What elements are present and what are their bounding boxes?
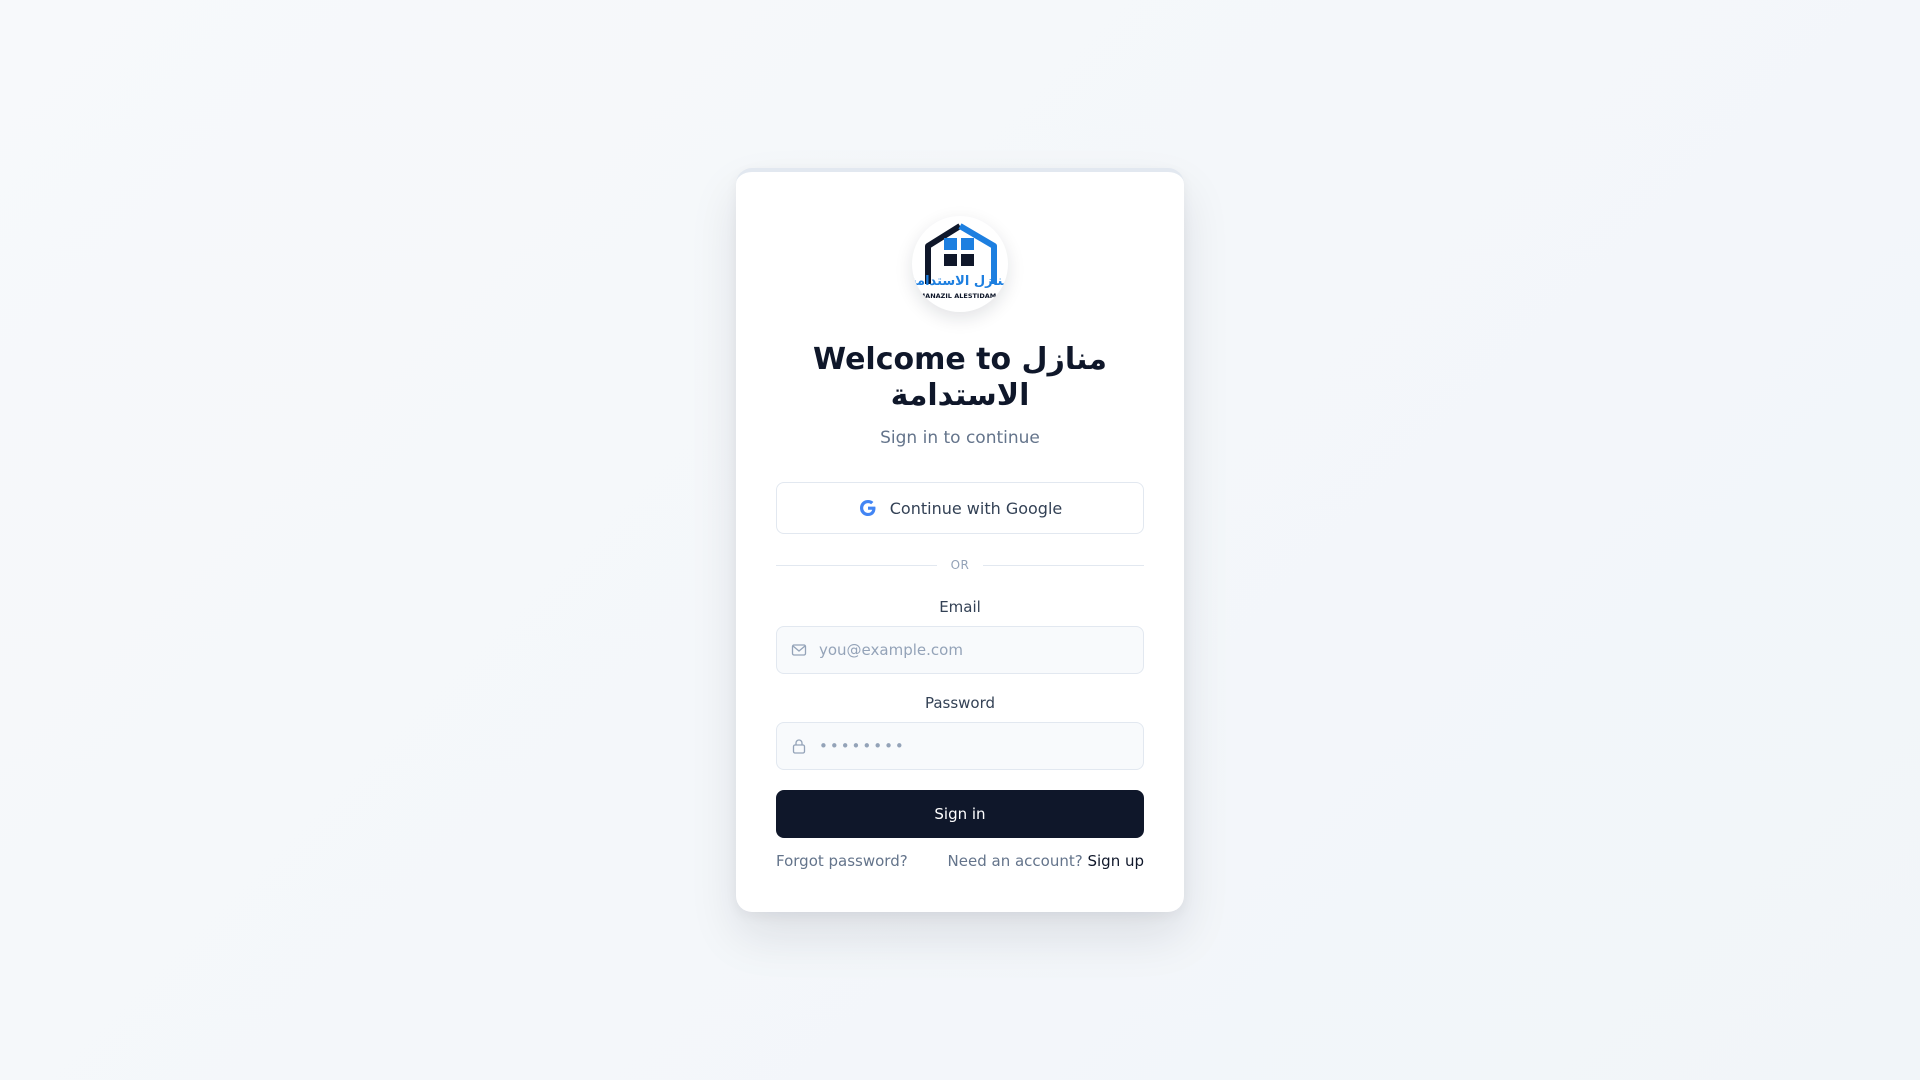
divider-line [983,564,1145,566]
lock-icon [792,739,806,754]
need-account-text: Need an account? [947,852,1083,870]
signin-button[interactable]: Sign in [776,790,1144,838]
house-logo-icon: منازل الاستدامة MANAZIL ALESTIDAMA [912,223,1008,300]
or-divider: OR [776,558,1145,572]
google-icon [859,500,876,516]
page-title: Welcome to منازل الاستدامة [813,342,1107,413]
card-footer: Forgot password? Need an account? Sign u… [776,852,1144,870]
signup-prompt: Need an account? Sign up [948,852,1144,870]
divider-line [776,564,937,566]
forgot-password-link[interactable]: Forgot password? [776,852,908,870]
email-label: Email [939,598,981,616]
email-field-wrap[interactable] [776,626,1144,674]
logo-latin-text: MANAZIL ALESTIDAMA [919,292,1002,300]
page: منازل الاستدامة MANAZIL ALESTIDAMA Welco… [0,0,1920,1080]
logo-arabic-text: منازل الاستدامة [912,274,1008,289]
divider-label: OR [950,558,970,572]
signup-link[interactable]: Sign up [1087,852,1144,870]
google-signin-button[interactable]: Continue with Google [776,482,1144,534]
password-input[interactable] [819,737,1129,755]
password-field-wrap[interactable] [776,722,1144,770]
login-card: منازل الاستدامة MANAZIL ALESTIDAMA Welco… [736,168,1184,912]
password-label: Password [924,694,996,712]
logo: منازل الاستدامة MANAZIL ALESTIDAMA [912,216,1008,312]
google-button-label: Continue with Google [889,498,1063,518]
email-input[interactable] [819,641,1129,659]
mail-icon [791,644,807,656]
page-subtitle: Sign in to continue [880,428,1040,448]
